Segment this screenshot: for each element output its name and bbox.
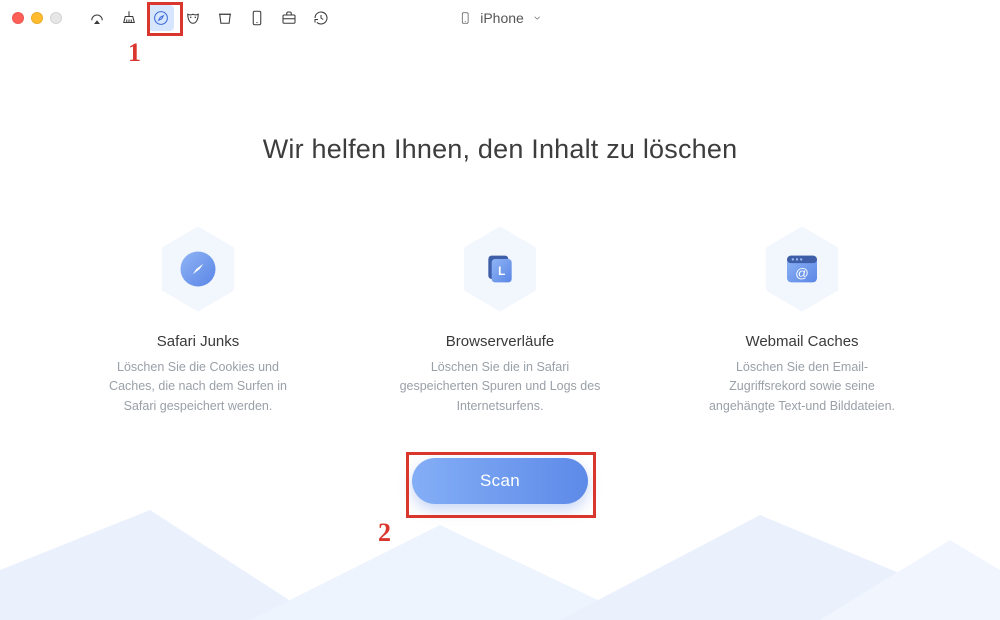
broom-icon[interactable] bbox=[116, 5, 142, 31]
card-icon-wrap: @ bbox=[761, 223, 843, 315]
card-icon-wrap: L bbox=[459, 223, 541, 315]
card-browser-history: L Browserverläufe Löschen Sie die in Saf… bbox=[385, 223, 615, 416]
card-icon-wrap bbox=[157, 223, 239, 315]
card-desc: Löschen Sie die in Safari gespeicherten … bbox=[385, 358, 615, 416]
scan-button-wrap: Scan bbox=[0, 458, 1000, 504]
chevron-down-icon bbox=[532, 13, 542, 23]
at-sign-icon: @ bbox=[781, 248, 823, 290]
minimize-window-button[interactable] bbox=[31, 12, 43, 24]
annotation-label-2: 2 bbox=[378, 518, 391, 548]
card-title: Browserverläufe bbox=[385, 333, 615, 350]
phone-icon bbox=[458, 9, 472, 27]
airplay-icon[interactable] bbox=[84, 5, 110, 31]
card-webmail-caches: @ Webmail Caches Löschen Sie den Email-Z… bbox=[687, 223, 917, 416]
briefcase-icon[interactable] bbox=[276, 5, 302, 31]
feature-cards: Safari Junks Löschen Sie die Cookies und… bbox=[0, 223, 1000, 416]
safari-icon[interactable] bbox=[148, 5, 174, 31]
mountains-backdrop bbox=[0, 500, 1000, 620]
page-title: Wir helfen Ihnen, den Inhalt zu löschen bbox=[0, 134, 1000, 165]
document-stack-icon: L bbox=[479, 248, 521, 290]
device-selector[interactable]: iPhone bbox=[458, 9, 542, 27]
window-controls bbox=[12, 12, 62, 24]
svg-text:L: L bbox=[498, 265, 505, 278]
annotation-label-1: 1 bbox=[128, 38, 141, 68]
titlebar: iPhone bbox=[0, 0, 1000, 36]
toolbar bbox=[84, 5, 334, 31]
mask-icon[interactable] bbox=[180, 5, 206, 31]
card-title: Webmail Caches bbox=[687, 333, 917, 350]
card-safari-junks: Safari Junks Löschen Sie die Cookies und… bbox=[83, 223, 313, 416]
svg-text:@: @ bbox=[795, 265, 809, 280]
scan-button[interactable]: Scan bbox=[412, 458, 588, 504]
trash-icon[interactable] bbox=[212, 5, 238, 31]
card-desc: Löschen Sie den Email-Zugriffsrekord sow… bbox=[687, 358, 917, 416]
close-window-button[interactable] bbox=[12, 12, 24, 24]
maximize-window-button[interactable] bbox=[50, 12, 62, 24]
compass-icon bbox=[177, 248, 219, 290]
card-desc: Löschen Sie die Cookies und Caches, die … bbox=[83, 358, 313, 416]
device-selector-label: iPhone bbox=[480, 10, 524, 26]
history-icon[interactable] bbox=[308, 5, 334, 31]
card-title: Safari Junks bbox=[83, 333, 313, 350]
tablet-icon[interactable] bbox=[244, 5, 270, 31]
